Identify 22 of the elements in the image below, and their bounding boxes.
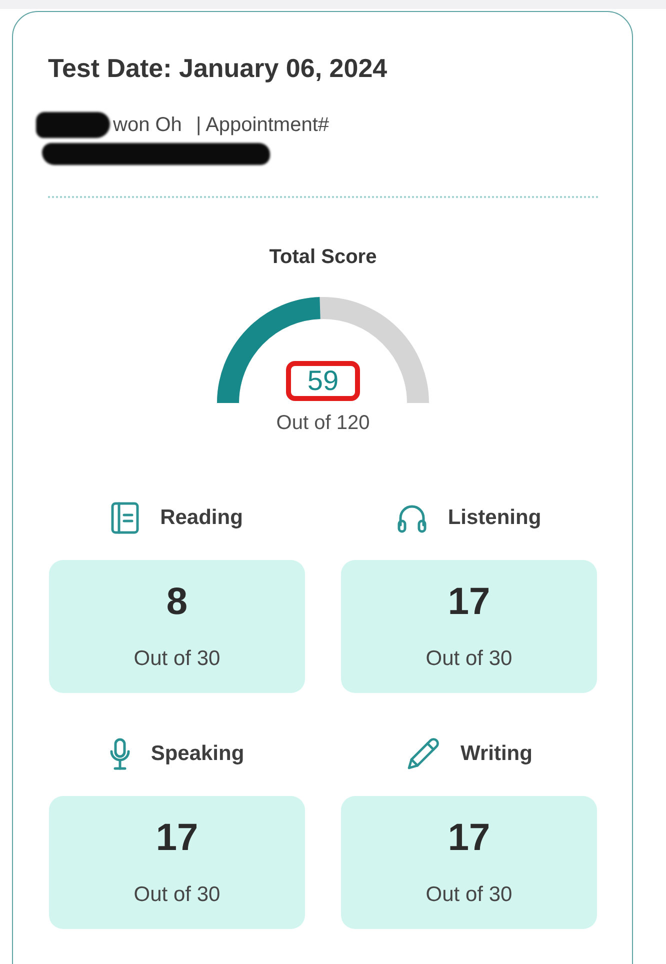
section-label: Writing [460,741,532,767]
section-label: Reading [160,505,243,531]
microphone-icon [110,738,130,770]
section-score: 8 [166,580,188,624]
section-score: 17 [448,816,490,860]
section-score-max: Out of 30 [426,882,512,908]
section-score: 17 [156,816,198,860]
appointment-label: | Appointment# [196,113,330,138]
section-label: Speaking [150,741,244,767]
headphones-icon [396,503,427,533]
pencil-icon [406,737,440,771]
total-score-label: Total Score [269,245,377,270]
candidate-name: won Oh [113,113,182,138]
test-date-title: Test Date: January 06, 2024 [48,52,388,84]
section-score: 17 [448,580,490,624]
section-score-max: Out of 30 [426,646,512,672]
total-score-max: Out of 120 [276,411,370,435]
section-label: Listening [448,505,542,531]
total-score-value: 59 [286,361,360,401]
section-score-max: Out of 30 [134,646,220,672]
section-score-max: Out of 30 [134,882,220,908]
book-icon [111,502,140,534]
